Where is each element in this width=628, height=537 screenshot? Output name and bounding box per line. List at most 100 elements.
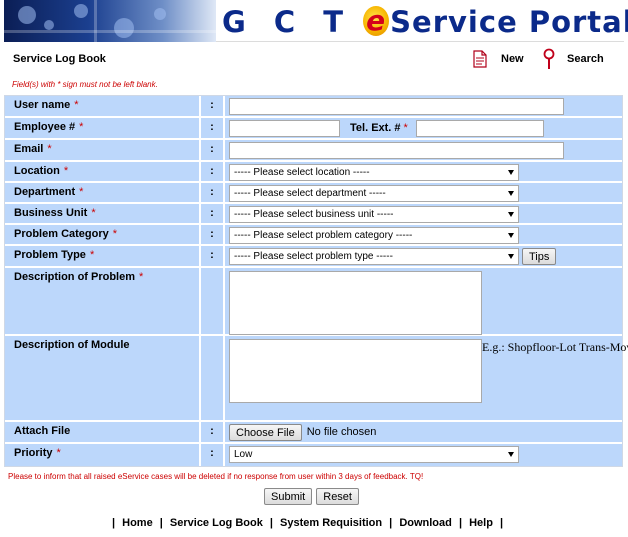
problem-category-select[interactable]: ----- Please select problem category ---… [229,227,519,244]
nav-home-link[interactable]: Home [122,517,153,529]
employee-no-input[interactable] [229,120,340,137]
problem-type-field-cell: ----- Please select problem type ----- T… [225,246,622,266]
form-actions: Submit Reset [264,488,359,505]
business-unit-label: Business Unit * [5,204,201,223]
chevron-down-icon [508,191,514,196]
description-module-textarea[interactable] [229,339,482,403]
nav-separator: | [499,517,504,529]
nav-help-link[interactable]: Help [469,517,493,529]
employee-no-label-text: Employee # [14,121,76,133]
row-problem-category: Problem Category * : ----- Please select … [5,225,622,246]
problem-type-label-text: Problem Type [14,249,86,261]
row-business-unit: Business Unit * : ----- Please select bus… [5,204,622,225]
required-mark: * [47,143,52,155]
row-user-name: User name * : [5,96,622,118]
choose-file-button[interactable]: Choose File [229,424,302,441]
row-email: Email * : [5,140,622,162]
page-title: Service Log Book [13,53,106,65]
new-button[interactable]: New [473,46,524,72]
chevron-down-icon [508,254,514,259]
description-problem-label-text: Description of Problem [14,271,136,283]
nav-service-log-book-link[interactable]: Service Log Book [170,517,263,529]
nav-separator: | [389,517,393,529]
colon-empty [201,336,225,420]
colon: : [201,204,225,223]
description-module-label: Description of Module [5,336,201,420]
department-selected: ----- Please select department ----- [234,188,386,199]
new-document-icon [473,50,487,68]
description-module-label-text: Description of Module [14,339,130,351]
required-mark: * [74,99,79,111]
file-status: No file chosen [306,426,377,438]
user-name-label: User name * [5,96,201,116]
employee-field-cell: Tel. Ext. # * [225,118,622,138]
nav-system-requisition-link[interactable]: System Requisition [280,517,382,529]
colon-empty [201,268,225,334]
nav-download-link[interactable]: Download [399,517,452,529]
row-attach-file: Attach File : Choose File No file chosen [5,422,622,444]
colon: : [201,422,225,442]
user-name-label-text: User name [14,99,71,111]
department-label-text: Department [14,186,76,198]
chevron-down-icon [508,170,514,175]
problem-category-selected: ----- Please select problem category ---… [234,230,413,241]
e-logo-icon: e [363,6,390,36]
search-label: Search [567,53,604,65]
priority-label: Priority * [5,444,201,466]
row-priority: Priority * : Low [5,444,622,466]
search-pin-icon [543,48,555,69]
department-label: Department * [5,183,201,202]
priority-select[interactable]: Low [229,446,519,463]
location-label: Location * [5,162,201,181]
row-description-module: Description of Module E.g.: Shopfloor-Lo… [5,336,628,422]
search-button[interactable]: Search [543,46,604,72]
colon: : [201,162,225,181]
problem-type-selected: ----- Please select problem type ----- [234,251,393,262]
colon: : [201,444,225,466]
problem-type-label: Problem Type * [5,246,201,266]
user-name-input[interactable] [229,98,564,115]
tel-ext-input[interactable] [415,120,544,137]
description-problem-textarea[interactable] [229,271,482,335]
department-field-cell: ----- Please select department ----- [225,183,622,202]
required-mark: * [91,207,96,219]
footer-nav: | Home | Service Log Book | System Requi… [108,517,507,529]
business-unit-field-cell: ----- Please select business unit ----- [225,204,622,223]
row-location: Location * : ----- Please select location… [5,162,622,183]
email-field-cell [225,140,622,160]
tel-ext-label-text: Tel. Ext. # [350,122,401,134]
attach-file-label-text: Attach File [14,425,71,437]
row-description-problem: Description of Problem * [5,268,622,336]
location-label-text: Location [14,165,60,177]
nav-separator: | [269,517,273,529]
description-module-field-cell: E.g.: Shopfloor-Lot Trans-Move Lot [225,336,628,420]
row-employee: Employee # * : Tel. Ext. # * [5,118,622,140]
location-selected: ----- Please select location ----- [234,167,370,178]
business-unit-select[interactable]: ----- Please select business unit ----- [229,206,519,223]
colon: : [201,225,225,244]
nav-separator: | [112,517,116,529]
portal-title-rest: Service Portal [390,5,628,39]
submit-button[interactable]: Submit [264,488,313,505]
colon: : [201,96,225,116]
attach-file-field-cell: Choose File No file chosen [225,422,622,442]
email-input[interactable] [229,142,564,159]
nav-separator: | [159,517,163,529]
colon: : [201,246,225,266]
reset-button[interactable]: Reset [316,488,359,505]
required-mark: * [403,122,408,134]
location-select[interactable]: ----- Please select location ----- [229,164,519,181]
problem-category-field-cell: ----- Please select problem category ---… [225,225,622,244]
tips-button[interactable]: Tips [522,248,557,265]
priority-field-cell: Low [225,444,622,466]
description-problem-field-cell [225,268,622,335]
required-mark: * [63,165,69,177]
header-banner: G C T e Service Portal [4,0,628,42]
priority-selected: Low [234,449,253,460]
department-select[interactable]: ----- Please select department ----- [229,185,519,202]
chevron-down-icon [508,233,514,238]
problem-type-select[interactable]: ----- Please select problem type ----- [229,248,519,265]
required-mark: * [56,447,61,459]
colon: : [201,183,225,202]
new-label: New [501,53,524,65]
